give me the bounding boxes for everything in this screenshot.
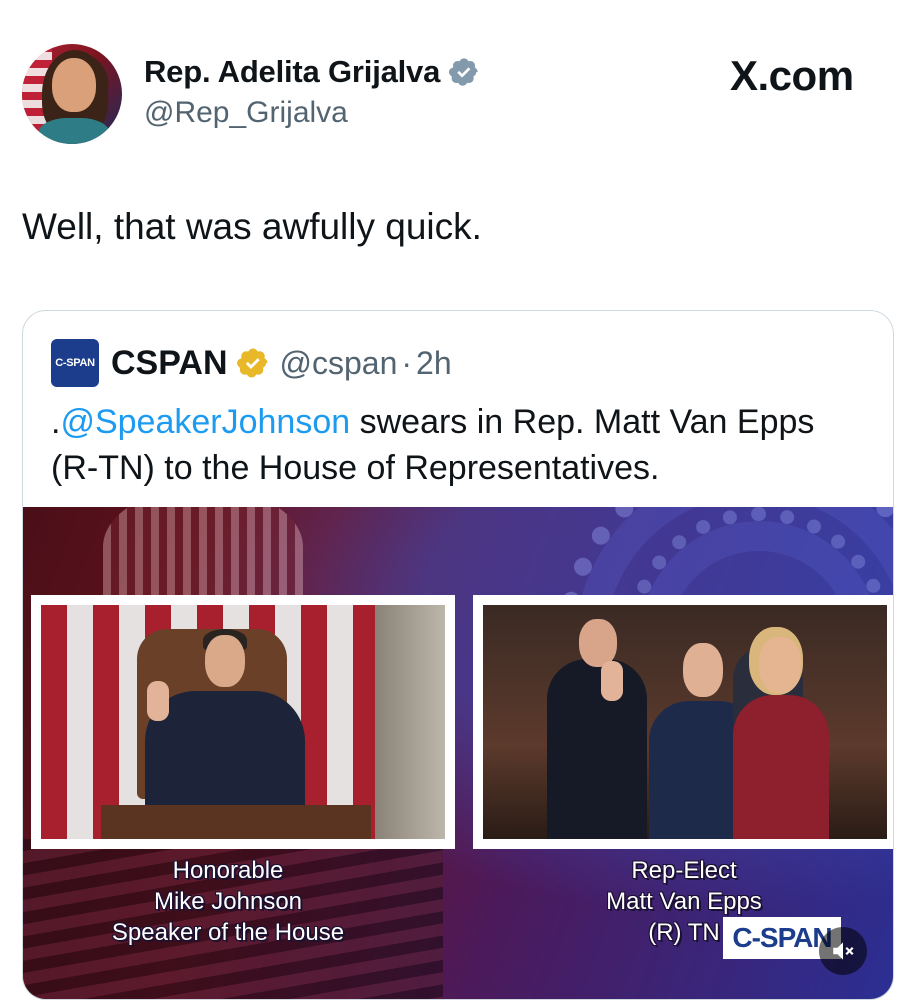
quoted-post-header: C-SPAN CSPAN @cspan · 2h [51, 339, 452, 387]
speaker-figure [145, 691, 305, 821]
quoted-post-time[interactable]: 2h [416, 345, 452, 382]
mute-toggle-button[interactable] [819, 927, 867, 975]
speaker-raised-hand [147, 681, 169, 721]
quoted-author-handle[interactable]: @cspan [280, 345, 398, 382]
x-com-logo: X.com [730, 52, 854, 100]
speaker-caption-line-3: Speaker of the House [111, 919, 345, 946]
woman-head [759, 637, 801, 693]
avatar-face [52, 58, 96, 112]
post-text: Well, that was awfully quick. [22, 206, 482, 247]
cspan-avatar[interactable]: C-SPAN [51, 339, 99, 387]
rep-elect-caption-line-2: Matt Van Epps [606, 888, 762, 915]
chamber-wall [375, 605, 445, 839]
man-left-figure [547, 659, 647, 839]
speaker-muted-icon [833, 942, 854, 960]
right-video-frame [473, 595, 893, 849]
man-left-head [579, 619, 617, 667]
capitol-dome-graphic [103, 507, 303, 607]
video-player[interactable]: Honorable Mike Johnson Speaker of the Ho… [23, 507, 893, 999]
speaker-head [205, 635, 245, 687]
x-com-text: X.com [730, 52, 854, 99]
speaker-caption-line-2: Mike Johnson [153, 888, 303, 915]
author-avatar[interactable] [22, 44, 122, 144]
quoted-post-text: .@SpeakerJohnson swears in Rep. Matt Van… [51, 399, 871, 491]
rep-elect-caption-line-1: Rep-Elect [631, 857, 737, 884]
time-separator: · [401, 344, 413, 381]
speaker-caption: Honorable Mike Johnson Speaker of the Ho… [83, 855, 373, 948]
author-display-name-row[interactable]: Rep. Adelita Grijalva [144, 54, 480, 90]
speaker-caption-line-1: Honorable [172, 857, 284, 884]
rep-elect-head [683, 643, 723, 697]
post-page: Rep. Adelita Grijalva @Rep_Grijalva X.co… [0, 0, 916, 1000]
gold-verified-badge-icon [236, 348, 268, 378]
quoted-author-name[interactable]: CSPAN [111, 344, 228, 383]
quoted-post-card[interactable]: C-SPAN CSPAN @cspan · 2h .@SpeakerJohnso… [22, 310, 894, 1000]
left-video-frame [31, 595, 455, 849]
author-display-name[interactable]: Rep. Adelita Grijalva [144, 54, 440, 90]
avatar-body [38, 118, 110, 144]
speaker-johnson-mention-link[interactable]: @SpeakerJohnson [60, 403, 350, 441]
woman-figure [733, 695, 829, 839]
author-handle[interactable]: @Rep_Grijalva [144, 96, 348, 130]
podium [101, 805, 371, 839]
verified-badge-icon [449, 58, 478, 86]
rep-elect-raised-hand [601, 661, 623, 701]
